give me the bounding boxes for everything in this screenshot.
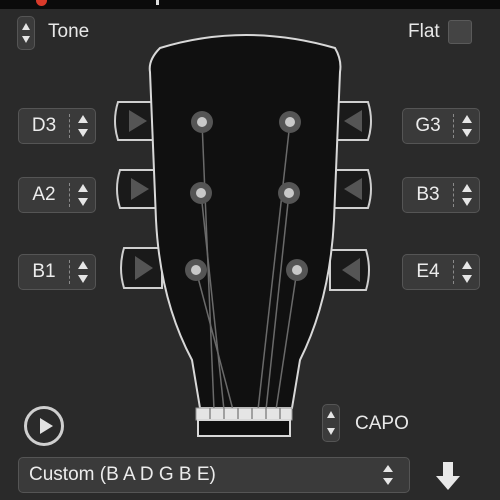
divider: [69, 183, 70, 207]
stepper-up-icon[interactable]: [462, 184, 472, 192]
tuning-preset-value: Custom (B A D G B E): [29, 464, 216, 485]
stepper-down-icon[interactable]: [327, 428, 335, 435]
stepper-down-icon[interactable]: [78, 198, 88, 206]
tuning-note-text: B1: [32, 261, 56, 282]
stepper-up-icon[interactable]: [78, 115, 88, 123]
divider: [69, 114, 70, 138]
stepper-down-icon[interactable]: [78, 275, 88, 283]
divider: [453, 260, 454, 284]
tuning-select-string-4[interactable]: G3: [402, 108, 480, 144]
stepper-down-icon[interactable]: [462, 129, 472, 137]
play-icon[interactable]: [24, 406, 64, 446]
tuning-note-text: G3: [415, 115, 441, 136]
chevron-down-icon: [383, 478, 393, 485]
tuning-select-string-6[interactable]: E4: [402, 254, 480, 290]
tuning-select-string-2[interactable]: A2: [18, 177, 96, 213]
tuning-note-text: B3: [416, 184, 440, 205]
stepper-up-icon[interactable]: [327, 411, 335, 418]
tuning-select-string-1[interactable]: D3: [18, 108, 96, 144]
stepper-down-icon[interactable]: [78, 129, 88, 137]
stepper-up-icon[interactable]: [78, 261, 88, 269]
tuning-select-string-3[interactable]: B1: [18, 254, 96, 290]
capo-stepper[interactable]: [322, 404, 340, 442]
download-arrow-icon[interactable]: [434, 460, 462, 492]
guitar-headstock: [114, 34, 372, 437]
tuning-preset-select[interactable]: Custom (B A D G B E): [18, 457, 410, 493]
stepper-down-icon[interactable]: [462, 275, 472, 283]
tuning-note-text: E4: [416, 261, 440, 282]
neck-stub: [197, 419, 291, 437]
chevron-up-icon: [383, 465, 393, 472]
tuning-note-text: D3: [31, 115, 57, 136]
capo-label: CAPO: [355, 413, 409, 434]
stepper-down-icon[interactable]: [462, 198, 472, 206]
stepper-up-icon[interactable]: [462, 261, 472, 269]
headstock-body: [148, 34, 342, 409]
divider: [453, 114, 454, 138]
tuning-note-text: A2: [32, 184, 56, 205]
stepper-up-icon[interactable]: [462, 115, 472, 123]
stepper-up-icon[interactable]: [78, 184, 88, 192]
divider: [69, 260, 70, 284]
divider: [453, 183, 454, 207]
tuning-select-string-5[interactable]: B3: [402, 177, 480, 213]
